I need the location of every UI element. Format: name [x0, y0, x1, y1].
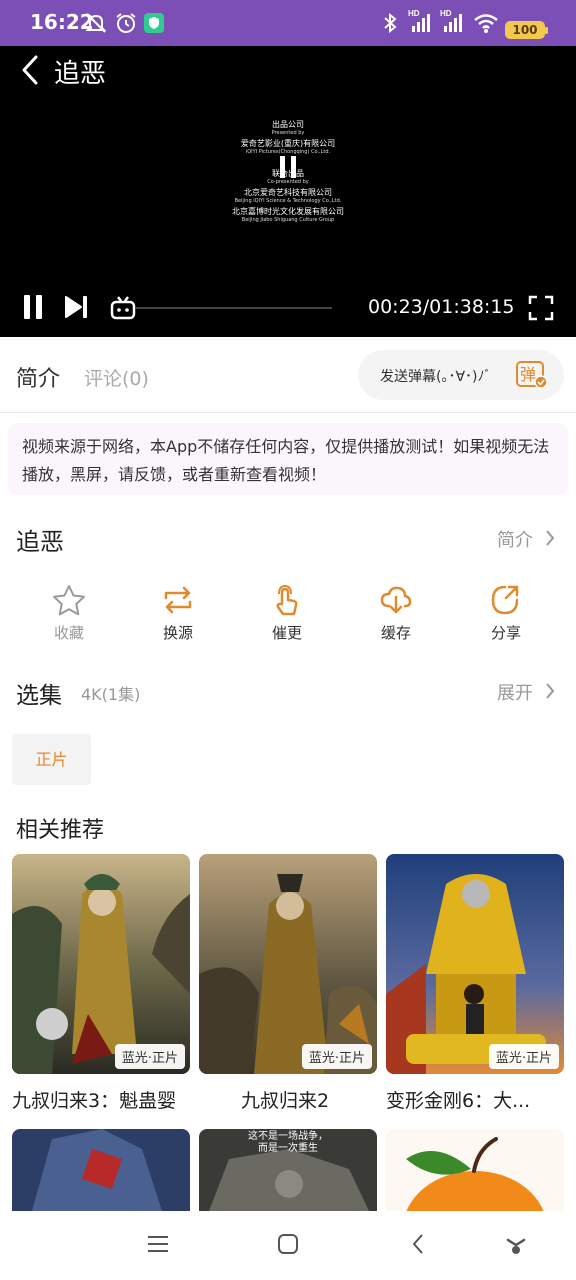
related-card-title[interactable]: 九叔归来2	[241, 1086, 361, 1113]
related-title: 相关推荐	[16, 818, 105, 843]
alarm-icon	[114, 12, 138, 34]
episodes-meta: 4K(1集)	[81, 685, 141, 704]
assistant-icon[interactable]	[505, 1233, 527, 1255]
urge-update-button[interactable]: 催更	[247, 584, 327, 644]
episode-item[interactable]: 正片	[12, 734, 91, 785]
movie-poster	[199, 854, 377, 1074]
related-card[interactable]: 这不是一场战争， 而是一次重生	[199, 1129, 377, 1211]
hd-label: HD	[440, 9, 452, 18]
danmaku-send-icon: 弹	[516, 361, 548, 389]
tab-intro[interactable]: 简介	[16, 361, 60, 393]
action-label: 缓存	[380, 624, 411, 642]
progress-bar[interactable]	[136, 307, 332, 309]
status-bar: 16:22 HD HD 100	[0, 0, 576, 46]
credit-line: 北京嘉博时光文化发展有限公司	[232, 207, 344, 216]
movie-poster	[12, 1129, 190, 1211]
intro-link[interactable]: 简介	[497, 526, 533, 552]
shield-app-icon	[144, 12, 164, 34]
related-card[interactable]: 蓝光·正片	[12, 854, 190, 1074]
wifi-icon	[473, 12, 499, 34]
mute-icon	[84, 12, 108, 34]
danmaku-icon-char: 弹	[520, 365, 536, 384]
chevron-right-icon[interactable]	[545, 529, 555, 547]
video-title: 追恶	[16, 528, 64, 556]
pause-icon[interactable]	[22, 294, 44, 320]
action-label: 分享	[490, 624, 521, 642]
action-label: 收藏	[53, 624, 84, 642]
swap-icon	[164, 586, 192, 614]
episodes-title: 选集	[16, 683, 62, 709]
disclaimer-notice: 视频来源于网络，本App不储存任何内容，仅提供播放测试！如果视频无法播放，黑屏，…	[8, 423, 568, 495]
star-icon	[53, 585, 85, 616]
tap-icon	[276, 584, 298, 616]
send-danmaku-button[interactable]: 发送弹幕(｡･∀･)ﾉﾞ 弹	[358, 350, 564, 400]
home-icon[interactable]	[277, 1233, 299, 1255]
credit-line-en: Presented by	[271, 130, 305, 136]
related-card-title[interactable]: 变形金刚6：大...	[386, 1086, 564, 1113]
player-title: 追恶	[54, 59, 107, 89]
battery-indicator: 100	[505, 21, 548, 39]
share-button[interactable]: 分享	[466, 584, 546, 644]
movie-poster	[386, 1129, 564, 1211]
signal-icon-2: HD	[440, 9, 468, 32]
cache-button[interactable]: 缓存	[356, 584, 436, 644]
credit-line-en: Co-presented by	[267, 178, 309, 185]
chevron-right-icon[interactable]	[545, 682, 555, 700]
back-icon[interactable]	[410, 1233, 426, 1255]
danmaku-placeholder: 发送弹幕(｡･∀･)ﾉﾞ	[380, 369, 492, 385]
related-card[interactable]: 蓝光·正片	[386, 854, 564, 1074]
tabs-row: 简介 评论(0) 发送弹幕(｡･∀･)ﾉﾞ 弹	[0, 337, 576, 413]
timecode: 00:23/01:38:15	[368, 296, 515, 318]
poster-tagline: 这不是一场战争， 而是一次重生	[199, 1131, 377, 1155]
related-card[interactable]: 蓝光·正片	[199, 854, 377, 1074]
next-icon[interactable]	[64, 295, 90, 319]
credit-line: 爱奇艺影业(重庆)有限公司	[240, 139, 336, 149]
credit-line-en: iQIYI Pictures(Chongqing) Co.,Ltd.	[245, 149, 331, 156]
quality-badge: 蓝光·正片	[114, 1044, 185, 1069]
share-icon	[491, 585, 519, 615]
favorite-button[interactable]: 收藏	[29, 584, 109, 644]
credit-line-en: Beijing iQIYI Science & Technology Co.,L…	[234, 197, 342, 204]
quality-badge: 蓝光·正片	[301, 1044, 372, 1069]
credit-line: 出品公司	[272, 120, 304, 129]
danmaku-toggle-icon[interactable]	[110, 296, 136, 320]
bluetooth-icon	[381, 12, 399, 34]
hd-label: HD	[408, 9, 420, 18]
signal-icon-1: HD	[408, 9, 436, 32]
menu-icon[interactable]	[147, 1233, 169, 1255]
related-card[interactable]	[12, 1129, 190, 1211]
expand-link[interactable]: 展开	[497, 679, 533, 705]
related-card-title[interactable]: 九叔归来3：魁蛊婴	[12, 1086, 192, 1113]
fullscreen-icon[interactable]	[528, 295, 554, 321]
poster-tagline-line: 而是一次重生	[258, 1143, 318, 1154]
credit-line: 北京爱奇艺科技有限公司	[244, 187, 332, 197]
center-pause-icon[interactable]	[280, 156, 296, 178]
video-player[interactable]: 追恶 出品公司 Presented by 爱奇艺影业(重庆)有限公司 iQIYI…	[0, 46, 576, 337]
quality-badge: 蓝光·正片	[488, 1044, 559, 1069]
poster-tagline-line: 这不是一场战争，	[248, 1131, 328, 1142]
tab-comments[interactable]: 评论(0)	[84, 364, 149, 391]
action-label: 催更	[271, 624, 302, 642]
action-label: 换源	[162, 624, 193, 642]
back-arrow-icon[interactable]	[18, 55, 42, 85]
credit-line-en: Beijing Jiabo Shiguang Culture Group	[241, 217, 335, 223]
system-nav-bar	[0, 1211, 576, 1280]
movie-poster	[386, 854, 564, 1074]
movie-poster	[12, 854, 190, 1074]
cloud-download-icon	[380, 586, 412, 614]
related-card[interactable]	[386, 1129, 564, 1211]
switch-source-button[interactable]: 换源	[138, 584, 218, 644]
